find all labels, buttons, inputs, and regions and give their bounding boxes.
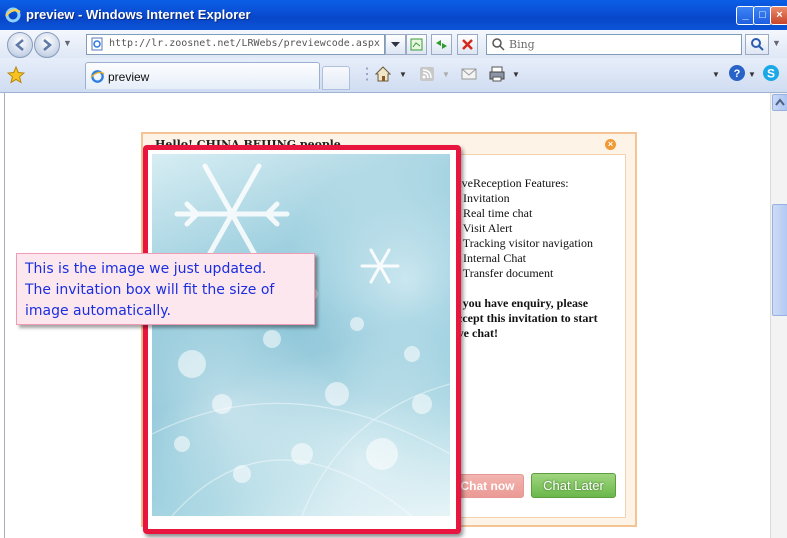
callout-line: This is the image we just updated. bbox=[25, 261, 267, 277]
tab-label: preview bbox=[108, 70, 150, 84]
print-icon[interactable] bbox=[488, 65, 506, 83]
recent-pages-dropdown-icon[interactable]: ▼ bbox=[63, 38, 72, 48]
search-options-dropdown-icon[interactable]: ▼ bbox=[772, 38, 781, 48]
search-icon bbox=[751, 38, 764, 51]
invitation-image-frame bbox=[143, 145, 461, 534]
more-tools-dropdown-icon[interactable]: ▼ bbox=[712, 70, 720, 79]
snowflake-art bbox=[152, 163, 450, 516]
close-button[interactable]: × bbox=[770, 6, 787, 25]
callout-line: The invitation box will fit the size of bbox=[25, 282, 275, 298]
feature-item: 1, Invitation bbox=[451, 191, 510, 205]
compatibility-view-icon bbox=[410, 38, 423, 51]
features-title: LiveReception Features: bbox=[451, 176, 569, 190]
stop-icon bbox=[462, 39, 473, 50]
enquiry-text: If you have enquiry, please accept this … bbox=[451, 296, 598, 340]
feature-item: 5, Internal Chat bbox=[451, 251, 526, 265]
address-field[interactable]: http://lr.zoosnet.net/LRWebs/previewcode… bbox=[86, 34, 385, 55]
compatibility-view-button[interactable] bbox=[406, 34, 427, 55]
ie-page-icon bbox=[90, 70, 105, 83]
scrollbar-thumb[interactable] bbox=[772, 204, 787, 316]
invitation-close-icon[interactable]: × bbox=[605, 139, 616, 150]
internet-explorer-icon bbox=[5, 7, 21, 23]
navigation-bar: ▼ http://lr.zoosnet.net/LRWebs/previewco… bbox=[0, 30, 787, 58]
svg-text:S: S bbox=[767, 67, 775, 81]
print-dropdown-icon[interactable]: ▼ bbox=[512, 70, 520, 79]
back-arrow-icon bbox=[15, 39, 24, 51]
tab-preview[interactable]: preview bbox=[85, 62, 320, 89]
feeds-icon[interactable] bbox=[419, 66, 435, 82]
chat-later-button[interactable]: Chat Later bbox=[531, 473, 616, 498]
address-dropdown-button[interactable] bbox=[385, 34, 406, 55]
search-field[interactable]: Bing bbox=[486, 34, 742, 55]
read-mail-icon[interactable] bbox=[461, 67, 477, 81]
window-title: preview - Windows Internet Explorer bbox=[26, 7, 251, 22]
page-icon bbox=[91, 37, 103, 51]
search-placeholder: Bing bbox=[509, 38, 535, 51]
favorites-star-icon[interactable] bbox=[7, 66, 25, 84]
feature-item: 4, Tracking visitor navigation bbox=[451, 236, 593, 250]
chevron-up-icon bbox=[775, 98, 785, 106]
chevron-down-icon bbox=[391, 42, 400, 47]
feature-item: 3, Visit Alert bbox=[451, 221, 513, 235]
winter-snowflake-image bbox=[152, 154, 450, 516]
annotation-callout: This is the image we just updated. The i… bbox=[16, 253, 315, 325]
back-button[interactable] bbox=[7, 32, 33, 58]
search-provider-icon bbox=[492, 38, 505, 51]
skype-icon[interactable]: S bbox=[762, 64, 780, 82]
home-icon[interactable] bbox=[373, 64, 393, 84]
scroll-up-button[interactable] bbox=[772, 94, 787, 111]
search-button[interactable] bbox=[745, 34, 769, 55]
forward-arrow-icon bbox=[43, 39, 52, 51]
refresh-icon bbox=[436, 40, 447, 49]
help-dropdown-icon[interactable]: ▼ bbox=[748, 70, 756, 79]
feeds-dropdown-icon[interactable]: ▼ bbox=[442, 70, 450, 79]
features-list: LiveReception Features: 1, Invitation 2,… bbox=[451, 176, 593, 281]
new-tab-button[interactable] bbox=[322, 66, 350, 90]
feature-item: 6, Transfer document bbox=[451, 266, 554, 280]
vertical-scrollbar[interactable] bbox=[770, 93, 787, 538]
forward-button[interactable] bbox=[34, 32, 60, 58]
svg-text:?: ? bbox=[734, 68, 741, 80]
callout-line: image automatically. bbox=[25, 303, 171, 319]
help-icon[interactable]: ? bbox=[728, 64, 746, 82]
feature-item: 2, Real time chat bbox=[451, 206, 533, 220]
address-url[interactable]: http://lr.zoosnet.net/LRWebs/previewcode… bbox=[109, 38, 380, 49]
refresh-button[interactable] bbox=[431, 34, 452, 55]
chat-now-button[interactable]: Chat now bbox=[451, 474, 524, 498]
window-titlebar: preview - Windows Internet Explorer _ □ … bbox=[0, 0, 787, 30]
home-dropdown-icon[interactable]: ▼ bbox=[399, 70, 407, 79]
tab-bar: preview ⋮ ▼ ▼ ▼ ▼ ? ▼ S bbox=[0, 58, 787, 93]
stop-button[interactable] bbox=[457, 34, 478, 55]
